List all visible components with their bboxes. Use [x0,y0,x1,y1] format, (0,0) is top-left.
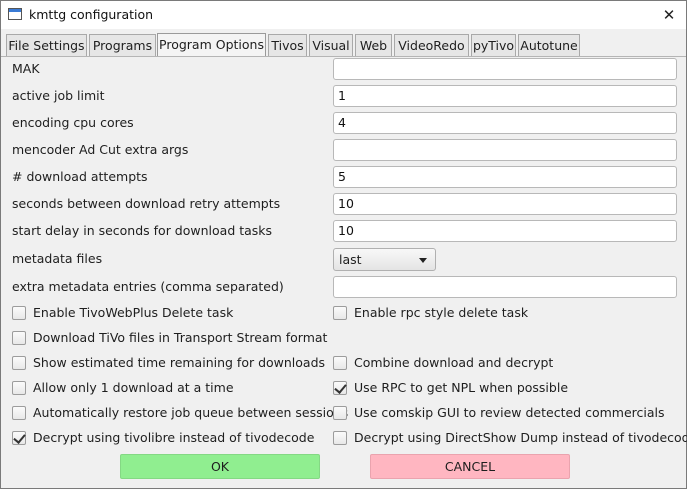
extra-metadata-label: extra metadata entries (comma separated) [12,279,284,294]
tab-pytivo[interactable]: pyTivo [471,34,516,56]
app-window-icon [8,8,22,20]
extra-metadata-input[interactable] [333,276,677,298]
checkbox-icon [12,381,26,395]
checkbox-label: Decrypt using DirectShow Dump instead of… [354,430,687,445]
chevron-down-icon [419,258,427,263]
checkbox-icon [333,406,347,420]
tab-autotune[interactable]: Autotune [518,34,580,56]
checkbox-label: Enable TivoWebPlus Delete task [33,305,234,320]
tab-divider [1,56,686,57]
checkbox-icon [12,331,26,345]
start-delay-input[interactable]: 10 [333,220,677,242]
tab-program-options[interactable]: Program Options [157,33,266,57]
encoding-cpu-cores-input[interactable]: 4 [333,112,677,134]
checkbox-label: Download TiVo files in Transport Stream … [33,330,328,345]
mak-label: MAK [12,61,40,76]
checkbox-icon [333,381,347,395]
mak-input[interactable] [333,58,677,80]
metadata-files-select[interactable]: last [333,248,436,271]
checkbox-icon [12,356,26,370]
checkbox-icon [333,431,347,445]
checkbox-icon [12,306,26,320]
active-job-limit-label: active job limit [12,88,105,103]
download-attempts-label: # download attempts [12,169,148,184]
checkbox-label: Combine download and decrypt [354,355,554,370]
title-bar: kmttg configuration ✕ [1,1,686,29]
checkbox-label: Automatically restore job queue between … [33,405,349,420]
window-title: kmttg configuration [29,7,154,22]
checkbox-icon [12,431,26,445]
mencoder-args-label: mencoder Ad Cut extra args [12,142,189,157]
retry-seconds-label: seconds between download retry attempts [12,196,281,211]
tab-visual[interactable]: Visual [309,34,353,56]
close-icon[interactable]: ✕ [658,4,680,26]
tab-tivos[interactable]: Tivos [268,34,307,56]
checkbox-label: Enable rpc style delete task [354,305,529,320]
checkbox-label: Use comskip GUI to review detected comme… [354,405,665,420]
tab-programs[interactable]: Programs [89,34,156,56]
checkbox-icon [333,356,347,370]
checkbox-label: Use RPC to get NPL when possible [354,380,569,395]
active-job-limit-input[interactable]: 1 [333,85,677,107]
cancel-button[interactable]: CANCEL [370,454,570,479]
tab-videoredo[interactable]: VideoRedo [394,34,469,56]
encoding-cpu-cores-label: encoding cpu cores [12,115,134,130]
checkbox-icon [333,306,347,320]
ok-button[interactable]: OK [120,454,320,479]
checkbox-label: Allow only 1 download at a time [33,380,234,395]
metadata-files-value: last [339,252,362,267]
checkbox-icon [12,406,26,420]
metadata-files-label: metadata files [12,251,103,266]
mencoder-args-input[interactable] [333,139,677,161]
tab-file-settings[interactable]: File Settings [6,34,87,56]
checkbox-label: Show estimated time remaining for downlo… [33,355,326,370]
retry-seconds-input[interactable]: 10 [333,193,677,215]
tab-web[interactable]: Web [355,34,392,56]
config-window: kmttg configuration ✕ File Settings Prog… [0,0,687,489]
download-attempts-input[interactable]: 5 [333,166,677,188]
checkbox-label: Decrypt using tivolibre instead of tivod… [33,430,315,445]
start-delay-label: start delay in seconds for download task… [12,223,273,238]
